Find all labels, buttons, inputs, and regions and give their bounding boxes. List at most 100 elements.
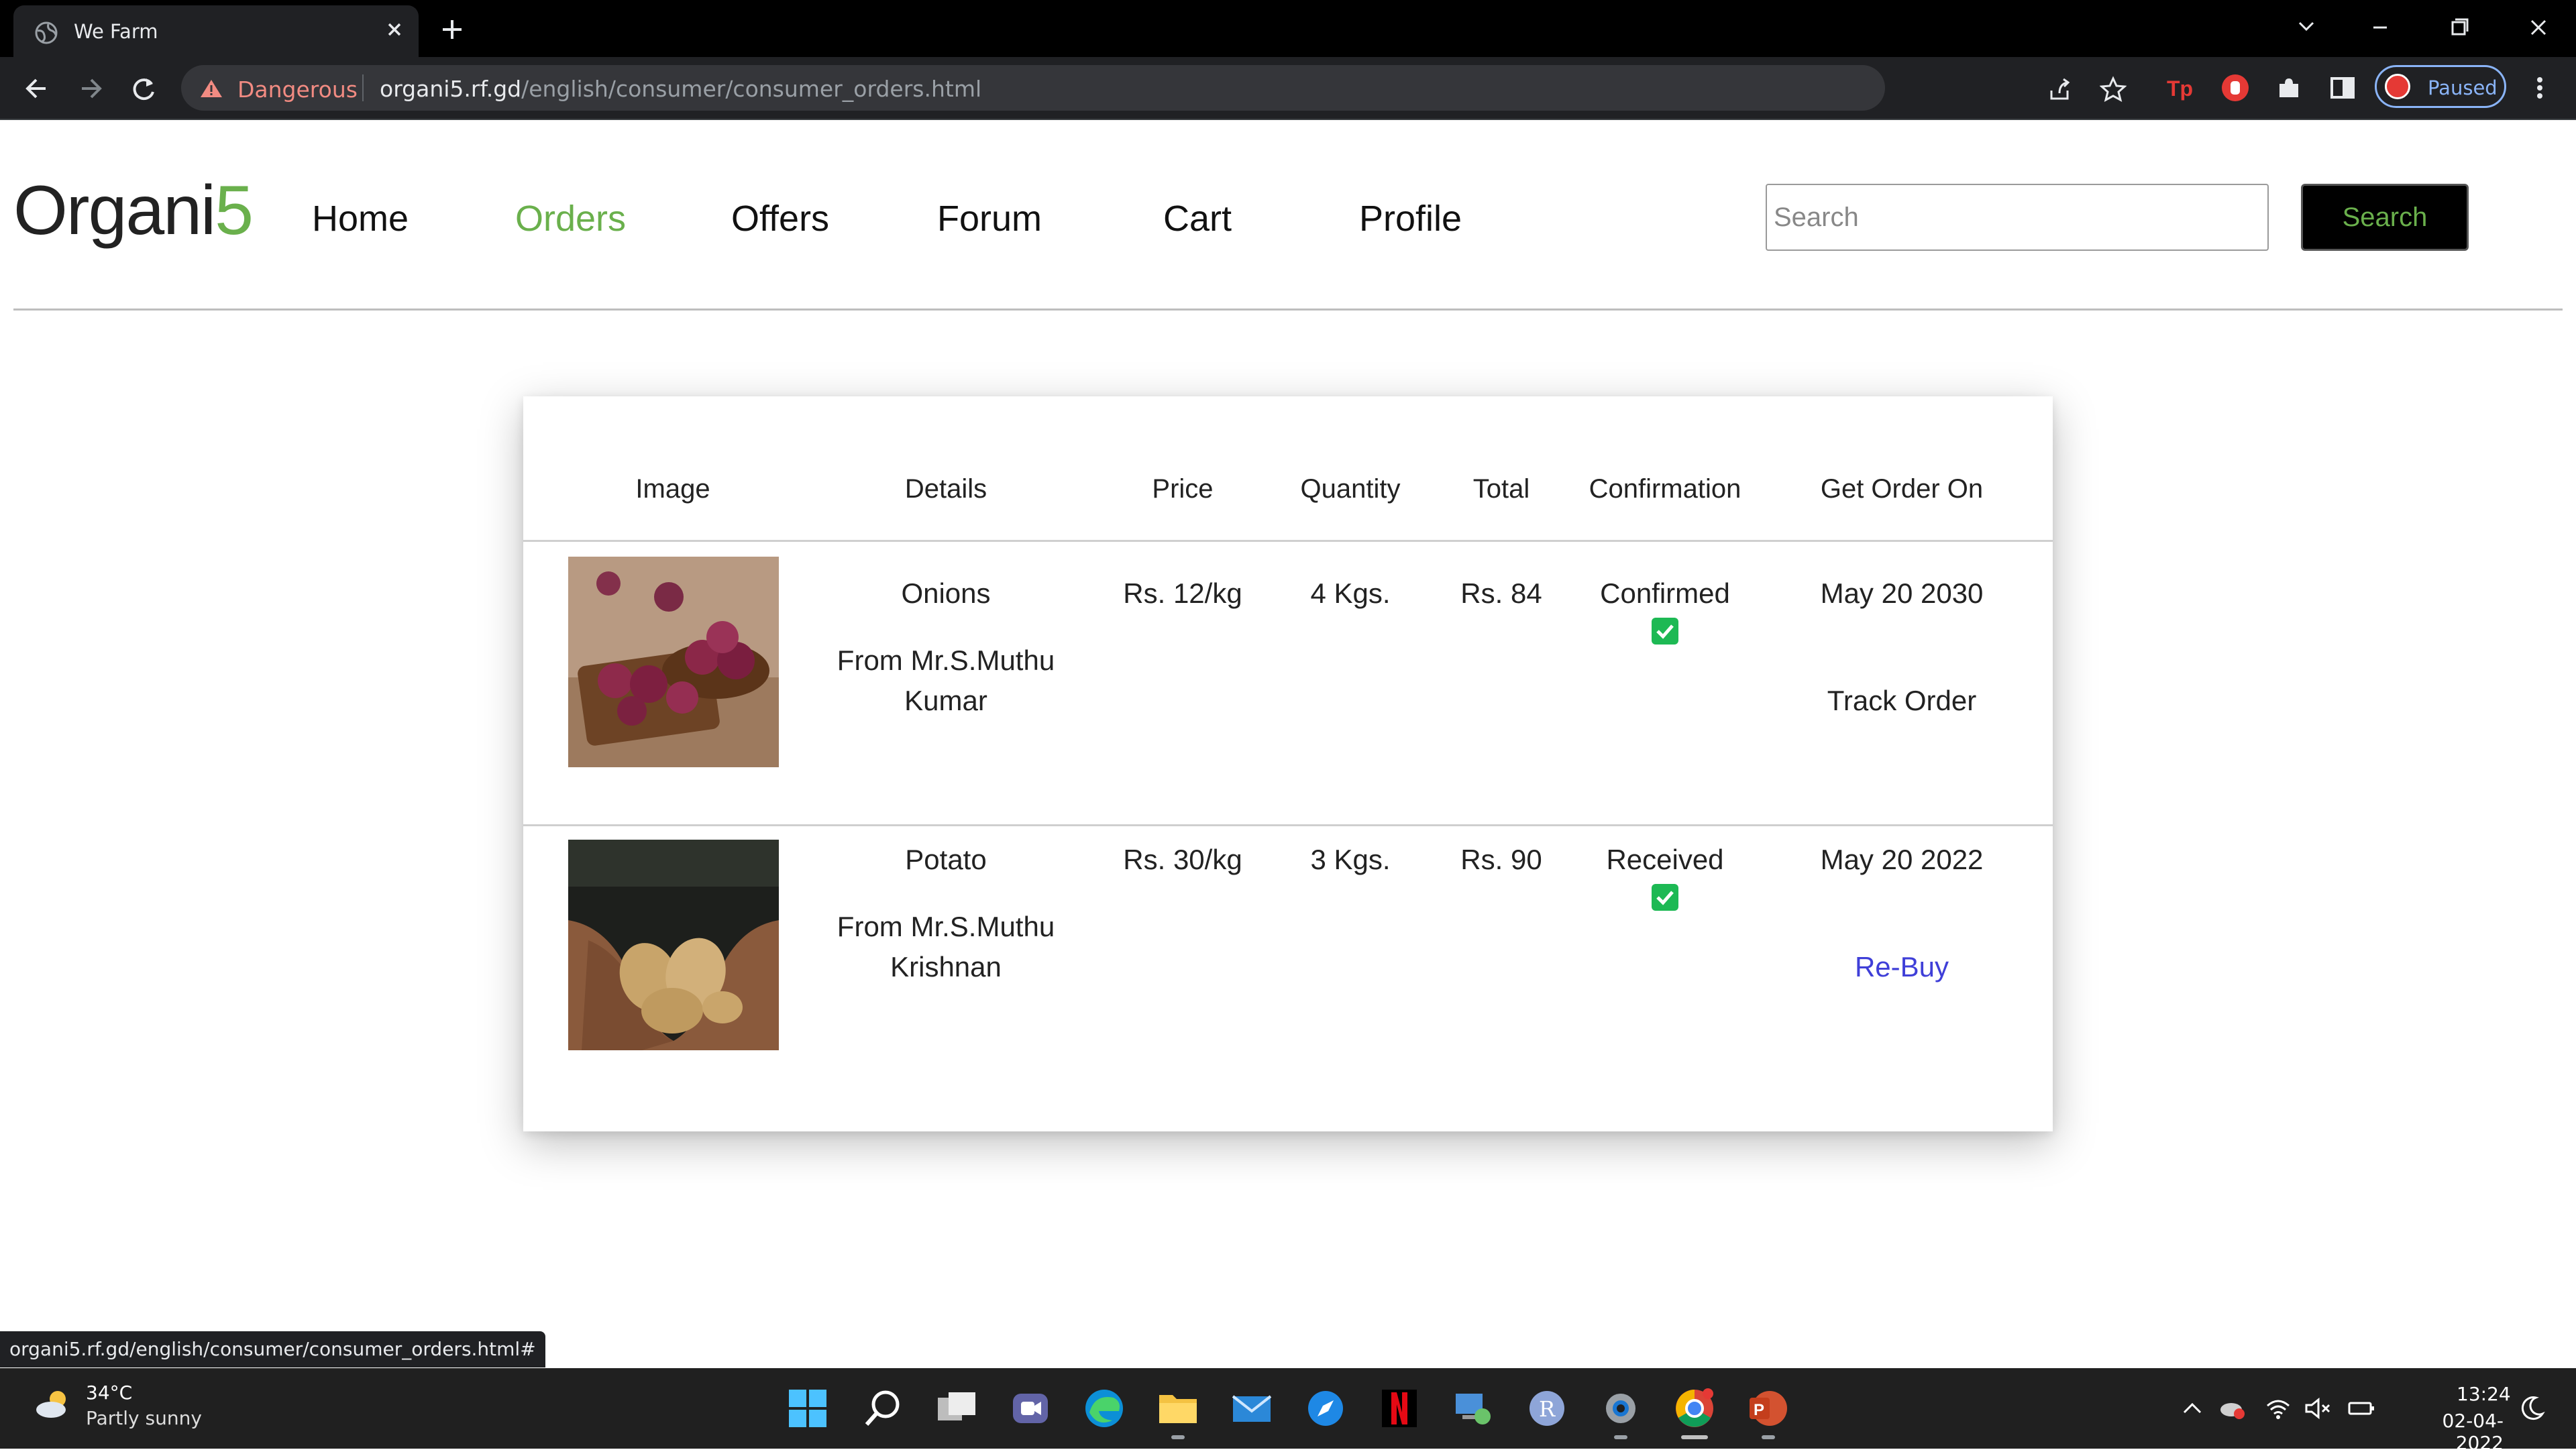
search-icon[interactable] — [860, 1386, 906, 1431]
minimize-icon[interactable] — [2361, 11, 2399, 44]
column-header-price: Price — [1152, 474, 1214, 504]
menu-kebab-icon[interactable] — [2524, 72, 2556, 104]
seller-line-2: Krishnan — [890, 951, 1002, 983]
forward-icon[interactable] — [74, 72, 107, 105]
new-tab-icon[interactable] — [436, 13, 468, 46]
nav-cart[interactable]: Cart — [1163, 198, 1232, 239]
delivery-date: May 20 2030 — [1820, 577, 1984, 609]
column-header-confirmation: Confirmation — [1589, 474, 1741, 504]
address-separator — [362, 74, 364, 101]
quantity: 3 Kgs. — [1310, 844, 1391, 875]
globe-icon — [35, 21, 58, 44]
logo-text: Organi — [13, 172, 216, 249]
product-name: Onions — [901, 577, 991, 609]
total: Rs. 90 — [1460, 844, 1542, 875]
column-header-image: Image — [635, 474, 710, 504]
table-row-divider — [523, 824, 2053, 826]
web-page: Organi5 Home Orders Offers Forum Cart Pr… — [0, 120, 2576, 1366]
seller-line-1: From Mr.S.Muthu — [837, 645, 1055, 676]
side-panel-icon[interactable] — [2326, 72, 2359, 104]
running-indicator — [1171, 1435, 1185, 1439]
price: Rs. 30/kg — [1123, 844, 1242, 875]
chrome-icon[interactable] — [1672, 1386, 1717, 1431]
price: Rs. 12/kg — [1123, 577, 1242, 609]
netflix-icon[interactable] — [1377, 1386, 1422, 1431]
close-tab-icon[interactable] — [381, 16, 408, 43]
url-text[interactable]: organi5.rf.gd/english/consumer/consumer_… — [380, 76, 981, 102]
share-icon[interactable] — [2046, 76, 2073, 103]
r-language-icon[interactable]: R — [1524, 1386, 1570, 1431]
potato-photo — [568, 840, 779, 1050]
search-input[interactable] — [1766, 184, 2269, 251]
address-bar[interactable]: Dangerous organi5.rf.gd/english/consumer… — [181, 65, 2127, 111]
nav-profile[interactable]: Profile — [1359, 198, 1462, 239]
clock-date[interactable]: 02-04-2022 — [2399, 1410, 2504, 1454]
partly-sunny-icon[interactable] — [34, 1384, 74, 1424]
nav-offers[interactable]: Offers — [731, 198, 829, 239]
column-header-details: Details — [904, 474, 987, 504]
mail-icon[interactable] — [1229, 1386, 1275, 1431]
remote-desktop-icon[interactable] — [1450, 1386, 1496, 1431]
svg-text:R: R — [1539, 1396, 1556, 1422]
weather-temperature[interactable]: 34°C — [86, 1382, 132, 1404]
profile-status: Paused — [2428, 76, 2498, 99]
task-view-icon[interactable] — [934, 1386, 979, 1431]
logo-accent: 5 — [215, 172, 254, 249]
wifi-icon[interactable] — [2263, 1394, 2293, 1423]
browser-tab-strip: We Farm — [0, 0, 2576, 57]
nav-orders[interactable]: Orders — [515, 198, 626, 239]
extensions-puzzle-icon[interactable] — [2273, 72, 2305, 104]
checkbox-checked-icon — [1652, 618, 1678, 645]
profile-button[interactable]: Paused — [2375, 65, 2506, 108]
speaker-muted-icon[interactable] — [2302, 1394, 2332, 1423]
running-indicator — [1614, 1435, 1627, 1439]
security-label[interactable]: Dangerous — [237, 76, 358, 103]
onions-photo — [568, 557, 779, 767]
back-icon[interactable] — [20, 72, 54, 105]
chevron-up-icon[interactable] — [2178, 1394, 2207, 1423]
weather-description[interactable]: Partly sunny — [86, 1407, 202, 1429]
reload-icon[interactable] — [127, 72, 161, 105]
extension-tp-icon[interactable]: Tp — [2164, 72, 2196, 104]
battery-icon[interactable] — [2347, 1394, 2376, 1423]
track-order-link[interactable]: Track Order — [1801, 681, 2002, 721]
url-path: /english/consumer/consumer_orders.html — [521, 76, 982, 102]
column-header-get-order-on: Get Order On — [1820, 474, 1984, 504]
search-button[interactable]: Search — [2301, 184, 2469, 251]
svg-text:Tp: Tp — [2167, 76, 2193, 101]
column-header-quantity: Quantity — [1300, 474, 1401, 504]
tab-title: We Farm — [74, 20, 158, 43]
powerpoint-icon[interactable]: P — [1746, 1386, 1791, 1431]
edge-browser-icon[interactable] — [1081, 1386, 1127, 1431]
file-explorer-icon[interactable] — [1155, 1386, 1201, 1431]
quantity: 4 Kgs. — [1310, 577, 1391, 609]
browser-toolbar: Dangerous organi5.rf.gd/english/consumer… — [0, 57, 2576, 120]
restore-icon[interactable] — [2440, 11, 2478, 44]
orders-table: Image Details Price Quantity Total Confi… — [523, 396, 2053, 1131]
focus-moon-icon[interactable] — [2517, 1394, 2546, 1423]
header-divider — [13, 309, 2563, 311]
delivery-date: May 20 2022 — [1820, 844, 1984, 875]
total: Rs. 84 — [1460, 577, 1542, 609]
bookmark-star-icon[interactable] — [2100, 76, 2127, 103]
seller-line-1: From Mr.S.Muthu — [837, 911, 1055, 942]
teams-chat-icon[interactable] — [1008, 1386, 1053, 1431]
close-window-icon[interactable] — [2520, 11, 2557, 44]
seller-line-2: Kumar — [904, 685, 987, 716]
onedrive-error-icon[interactable] — [2218, 1394, 2247, 1423]
warning-icon[interactable] — [200, 78, 223, 99]
table-row-divider — [523, 540, 2053, 542]
safari-compass-icon[interactable] — [1303, 1386, 1348, 1431]
order-status: Received — [1606, 844, 1724, 875]
browser-tab[interactable]: We Farm — [13, 5, 419, 57]
nav-forum[interactable]: Forum — [937, 198, 1042, 239]
nav-home[interactable]: Home — [312, 198, 409, 239]
taskbar: 34°C Partly sunny R P 13:24 02-04-2022 — [0, 1368, 2576, 1454]
re-buy-link[interactable]: Re-Buy — [1801, 947, 2002, 987]
settings-gear-icon[interactable] — [1598, 1386, 1644, 1431]
extension-hand-icon[interactable] — [2219, 72, 2251, 104]
clock-time[interactable]: 13:24 — [2457, 1383, 2511, 1405]
windows-start-icon[interactable] — [785, 1386, 830, 1431]
site-logo[interactable]: Organi5 — [13, 171, 254, 251]
tab-search-icon[interactable] — [2288, 11, 2325, 44]
